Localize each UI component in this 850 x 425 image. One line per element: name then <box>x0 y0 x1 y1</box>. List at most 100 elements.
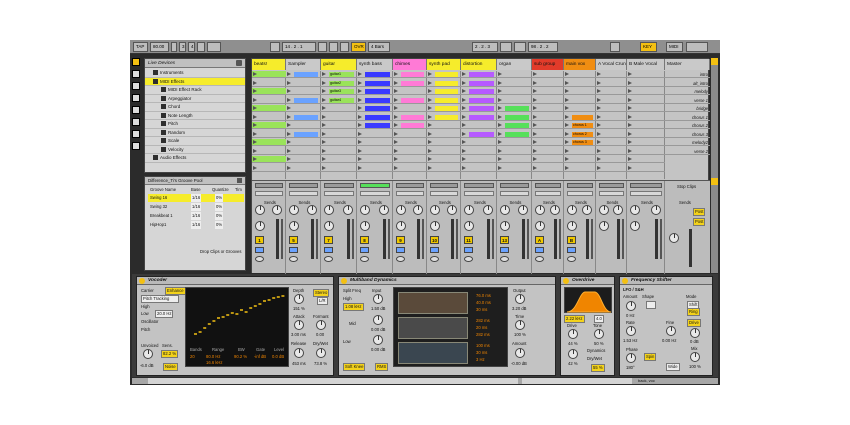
send-b-knob[interactable] <box>613 205 623 215</box>
clip-slot[interactable] <box>497 114 532 121</box>
scroll-down-icon[interactable] <box>711 178 718 185</box>
send-b-knob[interactable] <box>413 205 423 215</box>
clip[interactable] <box>505 131 529 137</box>
clip-launch-icon[interactable] <box>565 80 569 85</box>
clip-slot[interactable] <box>321 114 357 121</box>
groove-quantize[interactable]: 0% <box>215 212 224 220</box>
clip-slot[interactable] <box>393 105 427 112</box>
clip-launch-icon[interactable] <box>394 157 398 161</box>
clip-slot[interactable] <box>393 97 427 104</box>
clip-slot[interactable] <box>596 165 627 172</box>
clip-launch-icon[interactable] <box>322 97 326 102</box>
clip-launch-icon[interactable] <box>565 72 569 76</box>
clip-slot[interactable] <box>427 114 461 121</box>
clip-launch-icon[interactable] <box>597 148 601 153</box>
clip-launch-icon[interactable] <box>628 72 632 76</box>
send-b-knob[interactable] <box>550 205 560 215</box>
track-header[interactable]: A Vocal Crun <box>596 59 627 70</box>
clip[interactable] <box>365 80 390 86</box>
band-readout[interactable]: 30 ms <box>476 307 487 312</box>
clip-slot[interactable] <box>357 88 393 95</box>
lfo-shape-select[interactable] <box>646 301 656 309</box>
clip-slot[interactable] <box>286 148 321 155</box>
lfo-amount-knob[interactable] <box>626 301 636 311</box>
clip-launch-icon[interactable] <box>597 157 601 161</box>
clip-slot[interactable] <box>321 165 357 172</box>
clip-launch-icon[interactable] <box>394 140 398 144</box>
send-b-knob[interactable] <box>379 205 389 215</box>
quantize-bars[interactable]: 4 Bars <box>368 42 390 52</box>
band-readout[interactable]: 282 ms <box>476 318 490 323</box>
clip-slot[interactable]: guitar2 <box>321 80 357 87</box>
tap-button[interactable]: TAP <box>133 42 148 52</box>
clip-slot[interactable] <box>286 165 321 172</box>
groove-quantize[interactable]: 0% <box>215 203 224 211</box>
clip-launch-icon[interactable] <box>565 123 569 127</box>
clip-slot[interactable] <box>497 80 532 87</box>
track-activator[interactable]: 11 <box>464 236 473 244</box>
power-icon[interactable] <box>341 278 347 284</box>
pan-knob[interactable] <box>360 221 370 231</box>
clip-launch-icon[interactable] <box>253 97 257 102</box>
rate-knob[interactable] <box>626 326 636 336</box>
clip-launch-icon[interactable] <box>628 131 632 136</box>
browser-item[interactable]: Audio Effects <box>145 154 245 163</box>
band-readout[interactable]: 40.0 ms <box>476 300 491 305</box>
clip-slot[interactable]: guitar4 <box>321 97 357 104</box>
clip-launch-icon[interactable] <box>322 72 326 76</box>
track-header[interactable]: B Male Vocal <box>627 59 665 70</box>
arm-button[interactable] <box>464 256 473 262</box>
pan-knob[interactable] <box>464 221 474 231</box>
clip-launch-icon[interactable] <box>358 131 362 136</box>
clip-launch-icon[interactable] <box>428 148 432 153</box>
clip-slot[interactable] <box>497 165 532 172</box>
clip-slot[interactable] <box>627 71 665 78</box>
clip-slot[interactable] <box>497 139 532 146</box>
places-tab-icon[interactable] <box>132 106 140 114</box>
clip-slot[interactable] <box>627 165 665 172</box>
clip-slot[interactable] <box>497 71 532 78</box>
split-freq-field[interactable]: 1.08 kHz <box>343 303 364 311</box>
drywet-value[interactable]: 55 % <box>591 364 605 372</box>
clip-launch-icon[interactable] <box>287 148 291 153</box>
drywet-knob[interactable] <box>316 348 326 358</box>
scene-launch[interactable]: chorus 3 <box>665 131 710 138</box>
clip-launch-icon[interactable] <box>597 114 601 119</box>
clip-launch-icon[interactable] <box>597 140 601 144</box>
browser-item[interactable]: Pitch <box>145 120 245 129</box>
clip-launch-icon[interactable] <box>462 89 466 93</box>
clips-tab-icon[interactable] <box>132 130 140 138</box>
clip-slot[interactable] <box>596 105 627 112</box>
clip-launch-icon[interactable] <box>253 140 257 144</box>
arm-button[interactable] <box>289 256 298 262</box>
clip-launch-icon[interactable] <box>628 114 632 119</box>
clip-slot[interactable] <box>564 88 596 95</box>
clip-slot[interactable] <box>321 131 357 138</box>
clip-launch-icon[interactable] <box>287 97 291 102</box>
clip-launch-icon[interactable] <box>253 148 257 153</box>
scroll-up-icon[interactable] <box>711 58 718 65</box>
clip[interactable] <box>365 72 390 77</box>
clip-launch-icon[interactable] <box>498 80 502 85</box>
clip-slot[interactable] <box>427 165 461 172</box>
clip-launch-icon[interactable] <box>287 123 291 127</box>
send-b-knob[interactable] <box>483 205 493 215</box>
pan-knob[interactable] <box>430 221 440 231</box>
clip-launch-icon[interactable] <box>498 165 502 170</box>
clip[interactable] <box>435 114 458 120</box>
browser-item[interactable]: Instruments <box>145 69 245 78</box>
clip-stop-button[interactable] <box>289 183 318 188</box>
volume-fader[interactable] <box>417 219 420 259</box>
clip-slot[interactable] <box>393 88 427 95</box>
clip-launch-icon[interactable] <box>253 114 257 119</box>
clip-slot[interactable] <box>627 156 665 163</box>
clip-launch-icon[interactable] <box>533 80 537 85</box>
pan-knob[interactable] <box>599 221 609 231</box>
browser-item[interactable]: Chord <box>145 103 245 112</box>
groove-quantize[interactable]: 0% <box>215 221 224 229</box>
clip-stop-button[interactable] <box>567 183 593 188</box>
clip-launch-icon[interactable] <box>462 80 466 85</box>
browser-item[interactable]: Velocity <box>145 146 245 154</box>
clip-launch-icon[interactable] <box>322 106 326 110</box>
scene-launch[interactable]: melody <box>665 88 710 95</box>
